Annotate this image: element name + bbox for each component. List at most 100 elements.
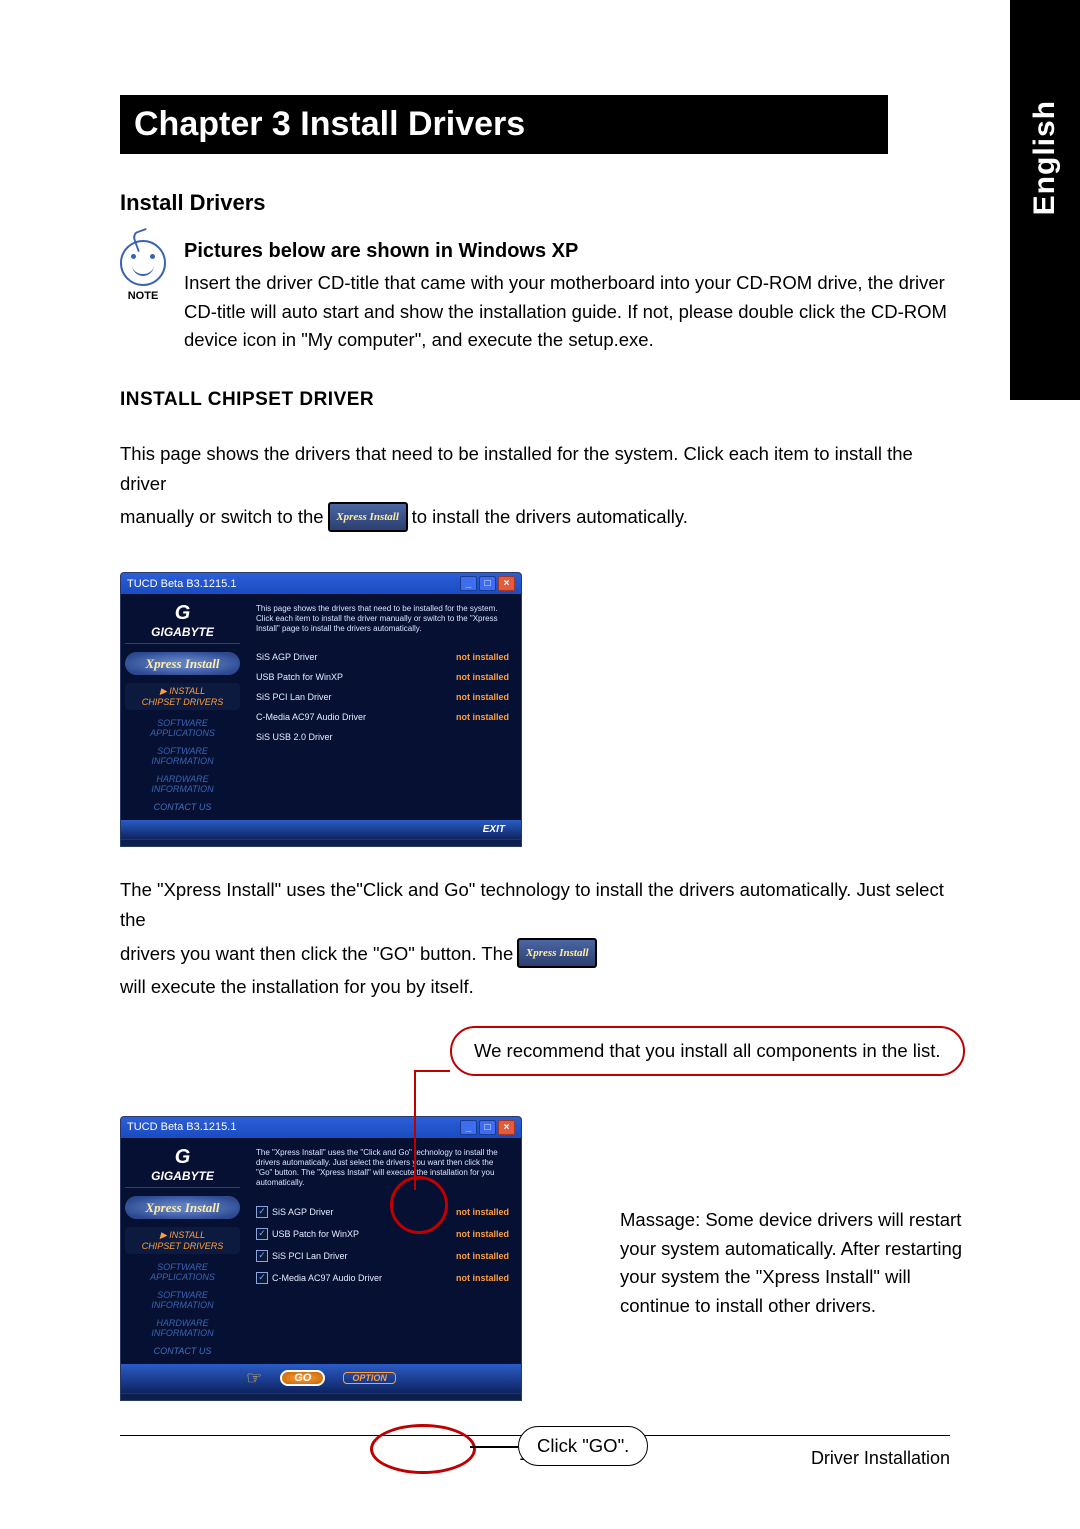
checkbox-icon[interactable] bbox=[256, 1228, 268, 1240]
installer-screenshot-1: TUCD Beta B3.1215.1 _ □ × GGIGABYTE Xpre… bbox=[120, 572, 950, 847]
para-2a: The "Xpress Install" uses the"Click and … bbox=[120, 875, 950, 934]
language-tab-label: English bbox=[1028, 100, 1062, 215]
circle-annotation-checkboxes bbox=[390, 1176, 448, 1234]
callout-go: Click "GO". bbox=[518, 1426, 648, 1466]
para-1b: manually or switch to the Xpress Install… bbox=[120, 502, 950, 532]
driver-status: not installed bbox=[456, 712, 509, 722]
driver-name: SiS PCI Lan Driver bbox=[272, 1251, 348, 1261]
content-region: Chapter 3 Install Drivers Install Driver… bbox=[120, 95, 950, 1469]
note-icon: NOTE bbox=[120, 240, 166, 302]
driver-name: USB Patch for WinXP bbox=[256, 672, 343, 682]
driver-row[interactable]: USB Patch for WinXP not installed bbox=[256, 672, 509, 682]
callout-go-text: Click "GO". bbox=[518, 1426, 648, 1466]
driver-name: C-Media AC97 Audio Driver bbox=[272, 1273, 382, 1283]
close-icon[interactable]: × bbox=[498, 1120, 515, 1135]
sidebar-item-software-apps[interactable]: SOFTWAREAPPLICATIONS bbox=[125, 1262, 240, 1282]
option-button[interactable]: OPTION bbox=[343, 1372, 396, 1384]
sidebar-item-software-info[interactable]: SOFTWAREINFORMATION bbox=[125, 746, 240, 766]
para-1b-pre: manually or switch to the bbox=[120, 502, 324, 532]
language-tab: English bbox=[1010, 0, 1080, 400]
para-2b-post: will execute the installation for you by… bbox=[120, 972, 474, 1002]
driver-row[interactable]: C-Media AC97 Audio Driver not installed bbox=[256, 712, 509, 722]
xpress-install-button[interactable]: Xpress Install bbox=[125, 1196, 240, 1219]
maximize-icon[interactable]: □ bbox=[479, 1120, 496, 1135]
driver-name: SiS PCI Lan Driver bbox=[256, 692, 332, 702]
installer2-title: TUCD Beta B3.1215.1 bbox=[127, 1121, 236, 1133]
xpress-install-button[interactable]: Xpress Install bbox=[125, 652, 240, 675]
page: English Chapter 3 Install Drivers Instal… bbox=[0, 0, 1080, 1529]
installer1-driver-list: SiS AGP Drivernot installedUSB Patch for… bbox=[256, 652, 509, 742]
driver-row[interactable]: SiS AGP Driver not installed bbox=[256, 652, 509, 662]
checkbox-icon[interactable] bbox=[256, 1206, 268, 1218]
xpress-install-badge: Xpress Install bbox=[328, 502, 408, 532]
callout-recommend: We recommend that you install all compon… bbox=[450, 1026, 965, 1076]
gigabyte-logo: GGIGABYTE bbox=[125, 1146, 240, 1188]
sidebar-item-hardware-info[interactable]: HARDWAREINFORMATION bbox=[125, 1318, 240, 1338]
para-2b-pre: drivers you want then click the "GO" but… bbox=[120, 939, 513, 969]
driver-row[interactable]: USB Patch for WinXP not installed bbox=[256, 1228, 509, 1240]
note-face-icon bbox=[120, 240, 166, 286]
installer1-sidebar: GGIGABYTE Xpress Install ▶ INSTALLCHIPSE… bbox=[121, 594, 244, 820]
driver-name: SiS USB 2.0 Driver bbox=[256, 732, 333, 742]
note-block: NOTE Pictures below are shown in Windows… bbox=[120, 240, 950, 355]
driver-name: C-Media AC97 Audio Driver bbox=[256, 712, 366, 722]
pointer-icon: ☞ bbox=[246, 1368, 262, 1389]
go-button[interactable]: GO bbox=[280, 1370, 325, 1386]
driver-status: not installed bbox=[456, 1273, 509, 1283]
driver-row[interactable]: SiS PCI Lan Driver not installed bbox=[256, 692, 509, 702]
sidebar-item-contact[interactable]: CONTACT US bbox=[125, 802, 240, 812]
note-label: NOTE bbox=[128, 290, 159, 302]
installer1-title: TUCD Beta B3.1215.1 bbox=[127, 578, 236, 590]
installer2-description: The "Xpress Install" uses the "Click and… bbox=[256, 1148, 509, 1188]
driver-status: not installed bbox=[456, 1251, 509, 1261]
driver-name: SiS AGP Driver bbox=[272, 1207, 333, 1217]
callout-recommend-text: We recommend that you install all compon… bbox=[450, 1026, 965, 1076]
minimize-icon[interactable]: _ bbox=[460, 1120, 477, 1135]
minimize-icon[interactable]: _ bbox=[460, 576, 477, 591]
note-heading: Pictures below are shown in Windows XP bbox=[184, 240, 950, 263]
sidebar-item-chipset[interactable]: ▶ INSTALLCHIPSET DRIVERS bbox=[125, 683, 240, 710]
installer2-go-row: ☞ GO OPTION bbox=[121, 1364, 521, 1393]
installer2-titlebar: TUCD Beta B3.1215.1 _ □ × bbox=[121, 1117, 521, 1138]
para-2b: drivers you want then click the "GO" but… bbox=[120, 938, 950, 1002]
note-text: Insert the driver CD-title that came wit… bbox=[184, 269, 950, 355]
driver-name: SiS AGP Driver bbox=[256, 652, 317, 662]
note-body: Pictures below are shown in Windows XP I… bbox=[184, 240, 950, 355]
chapter-title: Chapter 3 Install Drivers bbox=[120, 95, 888, 154]
driver-status: not installed bbox=[456, 692, 509, 702]
installer2-sidebar: GGIGABYTE Xpress Install ▶ INSTALLCHIPSE… bbox=[121, 1138, 244, 1364]
driver-row[interactable]: SiS AGP Driver not installed bbox=[256, 1206, 509, 1218]
callout-go-leader bbox=[470, 1446, 518, 1448]
checkbox-icon[interactable] bbox=[256, 1250, 268, 1262]
driver-row[interactable]: C-Media AC97 Audio Driver not installed bbox=[256, 1272, 509, 1284]
close-icon[interactable]: × bbox=[498, 576, 515, 591]
installer1-titlebar: TUCD Beta B3.1215.1 _ □ × bbox=[121, 573, 521, 594]
installer2-driver-list: SiS AGP Drivernot installedUSB Patch for… bbox=[256, 1206, 509, 1284]
exit-button[interactable]: EXIT bbox=[475, 823, 513, 836]
installer-screenshot-2: TUCD Beta B3.1215.1 _ □ × GGIGABYTE Xpre… bbox=[120, 1116, 522, 1401]
driver-status: not installed bbox=[456, 672, 509, 682]
driver-row[interactable]: SiS PCI Lan Driver not installed bbox=[256, 1250, 509, 1262]
installer1-bottombar: EXIT bbox=[121, 820, 521, 839]
callout-leader-line bbox=[414, 1070, 416, 1190]
sub-heading-install-chipset: INSTALL CHIPSET DRIVER bbox=[120, 389, 950, 411]
sidebar-item-software-apps[interactable]: SOFTWAREAPPLICATIONS bbox=[125, 718, 240, 738]
maximize-icon[interactable]: □ bbox=[479, 576, 496, 591]
para-1b-post: to install the drivers automatically. bbox=[412, 502, 688, 532]
section-title: Install Drivers bbox=[120, 190, 950, 216]
sidebar-item-hardware-info[interactable]: HARDWAREINFORMATION bbox=[125, 774, 240, 794]
driver-status: not installed bbox=[456, 1229, 509, 1239]
xpress-install-badge-2: Xpress Install bbox=[517, 938, 597, 968]
circle-annotation-go bbox=[370, 1424, 476, 1474]
driver-name: USB Patch for WinXP bbox=[272, 1229, 359, 1239]
installer1-description: This page shows the drivers that need to… bbox=[256, 604, 509, 634]
sidebar-item-contact[interactable]: CONTACT US bbox=[125, 1346, 240, 1356]
sidebar-item-software-info[interactable]: SOFTWAREINFORMATION bbox=[125, 1290, 240, 1310]
driver-row[interactable]: SiS USB 2.0 Driver bbox=[256, 732, 509, 742]
para-1a: This page shows the drivers that need to… bbox=[120, 439, 950, 498]
checkbox-icon[interactable] bbox=[256, 1272, 268, 1284]
driver-status: not installed bbox=[456, 1207, 509, 1217]
driver-status: not installed bbox=[456, 652, 509, 662]
sidebar-item-chipset[interactable]: ▶ INSTALLCHIPSET DRIVERS bbox=[125, 1227, 240, 1254]
message-text: Massage: Some device drivers will restar… bbox=[620, 1206, 980, 1321]
